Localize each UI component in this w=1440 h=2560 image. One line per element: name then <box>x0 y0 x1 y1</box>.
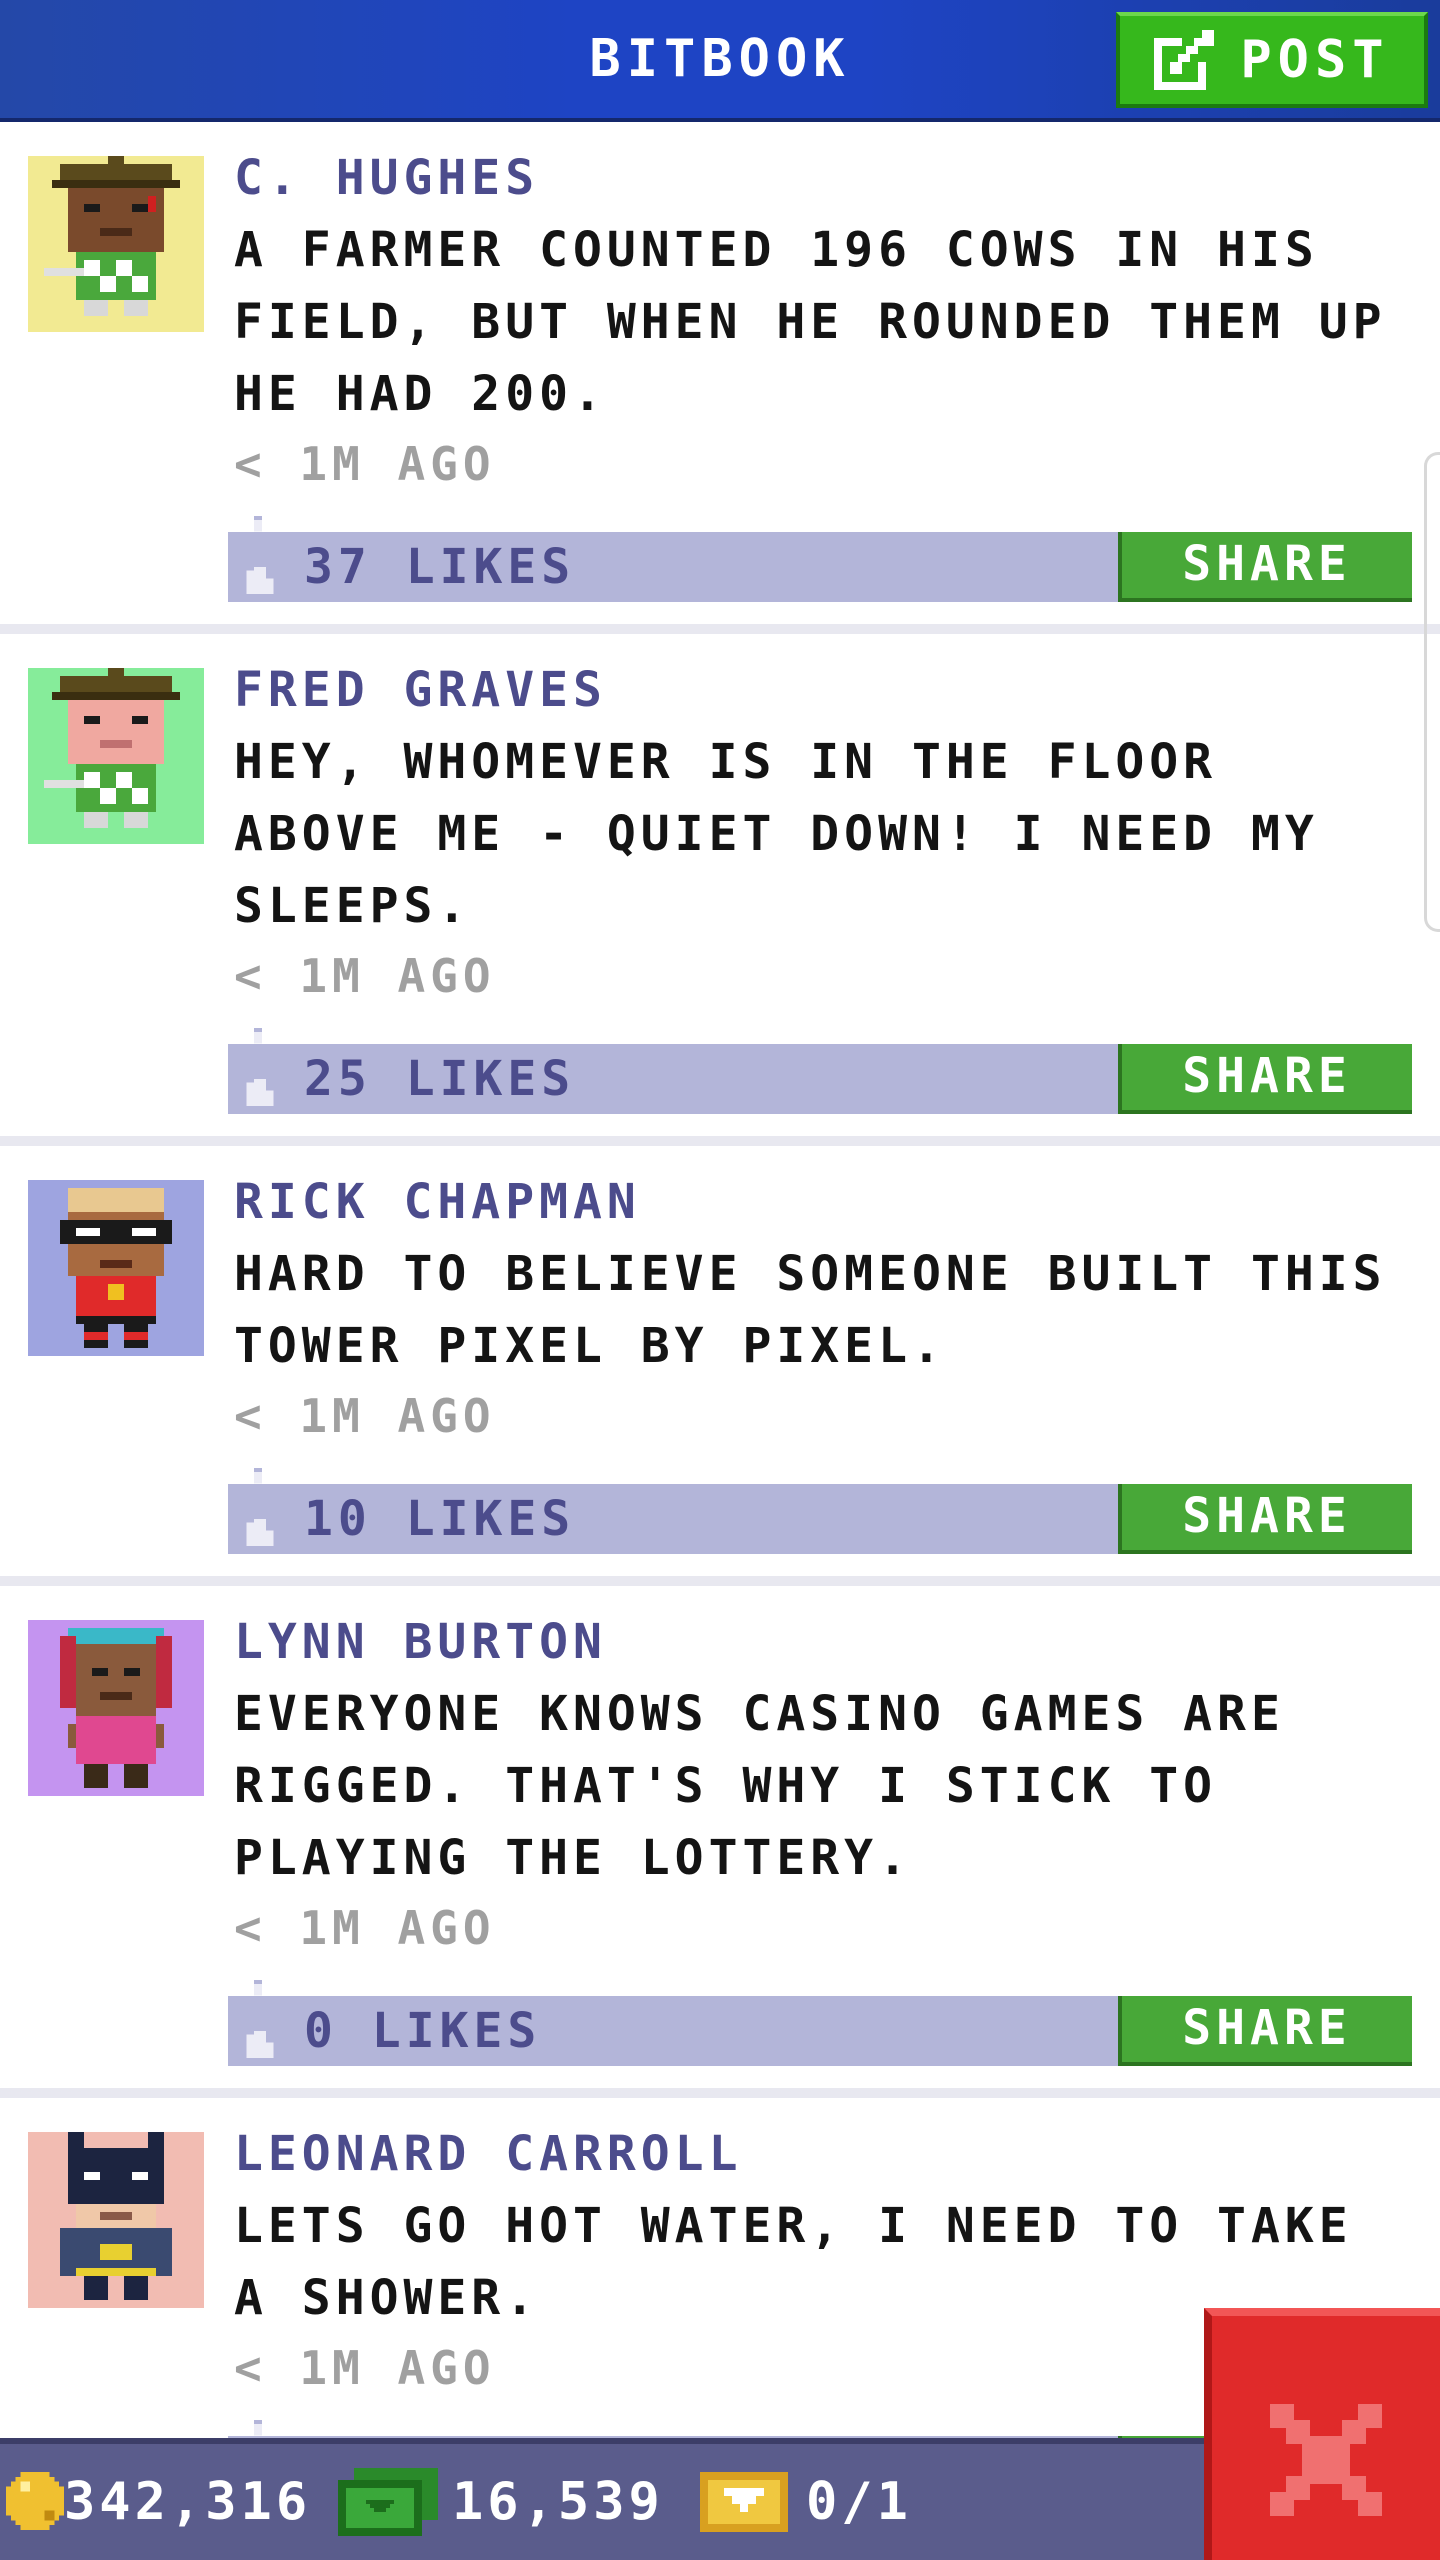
like-bar: 0 LIKES SHARE <box>228 1980 1412 2066</box>
scrollbar[interactable] <box>1424 452 1440 932</box>
feed-post: FRED GRAVES HEY, WHOMEVER IS IN THE FLOO… <box>0 634 1440 1146</box>
post-author: C. HUGHES <box>234 150 540 206</box>
ticket-icon <box>700 2472 788 2532</box>
post-author: LEONARD CARROLL <box>234 2126 743 2182</box>
post-author: FRED GRAVES <box>234 662 607 718</box>
bux-count: 16,539 <box>452 2472 664 2532</box>
feed[interactable]: C. HUGHES A FARMER COUNTED 196 COWS IN H… <box>0 122 1440 2438</box>
like-icon[interactable] <box>238 1980 278 2066</box>
farmer-avatar-icon <box>44 668 180 828</box>
post-message: HEY, WHOMEVER IS IN THE FLOOR ABOVE ME -… <box>234 734 1319 934</box>
like-icon[interactable] <box>238 1028 278 1114</box>
share-button[interactable]: SHARE <box>1118 532 1412 602</box>
feed-post: C. HUGHES A FARMER COUNTED 196 COWS IN H… <box>0 122 1440 634</box>
post-button-label: POST <box>1240 30 1390 90</box>
cash-icon <box>338 2468 438 2536</box>
post-timestamp: < 1M AGO <box>234 1901 496 1955</box>
avatar[interactable] <box>28 1620 204 1796</box>
likes-count: 37 LIKES <box>304 539 576 595</box>
like-bar: 37 LIKES SHARE <box>228 516 1412 602</box>
like-icon[interactable] <box>238 2420 278 2438</box>
post-timestamp: < 1M AGO <box>234 2341 496 2395</box>
likes-count: 0 LIKES <box>304 2003 542 2059</box>
close-icon <box>1270 2404 1382 2516</box>
post-author: RICK CHAPMAN <box>234 1174 641 1230</box>
like-bar: 25 LIKES SHARE <box>228 1028 1412 1114</box>
avatar[interactable] <box>28 2132 204 2308</box>
feed-post: LYNN BURTON EVERYONE KNOWS CASINO GAMES … <box>0 1586 1440 2098</box>
like-bar: 10 LIKES SHARE <box>228 1468 1412 1554</box>
like-icon[interactable] <box>238 1468 278 1554</box>
app-header: BITBOOK POST <box>0 0 1440 122</box>
likes-count: 10 LIKES <box>304 1491 576 1547</box>
coins-count: 342,316 <box>64 2472 312 2532</box>
avatar[interactable] <box>28 156 204 332</box>
share-button[interactable]: SHARE <box>1118 1996 1412 2066</box>
likes-count: 25 LIKES <box>304 1051 576 1107</box>
tickets-count: 0/1 <box>806 2472 912 2532</box>
avatar[interactable] <box>28 668 204 844</box>
post-timestamp: < 1M AGO <box>234 437 496 491</box>
share-button[interactable]: SHARE <box>1118 1484 1412 1554</box>
post-message: EVERYONE KNOWS CASINO GAMES ARE RIGGED. … <box>234 1686 1285 1886</box>
share-button[interactable]: SHARE <box>1118 1044 1412 1114</box>
woman-avatar-icon <box>60 1628 172 1788</box>
bat-hero-avatar-icon <box>60 2132 172 2300</box>
farmer-avatar-icon <box>44 156 180 316</box>
like-icon[interactable] <box>238 516 278 602</box>
coin-icon <box>6 2472 64 2530</box>
edit-icon <box>1154 30 1215 90</box>
post-timestamp: < 1M AGO <box>234 949 496 1003</box>
masked-hero-avatar-icon <box>60 1188 172 1348</box>
post-message: A FARMER COUNTED 196 COWS IN HIS FIELD, … <box>234 222 1387 422</box>
post-message: HARD TO BELIEVE SOMEONE BUILT THIS TOWER… <box>234 1246 1387 1374</box>
avatar[interactable] <box>28 1180 204 1356</box>
feed-post: RICK CHAPMAN HARD TO BELIEVE SOMEONE BUI… <box>0 1146 1440 1586</box>
post-author: LYNN BURTON <box>234 1614 607 1670</box>
post-timestamp: < 1M AGO <box>234 1389 496 1443</box>
close-button[interactable] <box>1204 2308 1440 2560</box>
post-button[interactable]: POST <box>1116 12 1428 108</box>
